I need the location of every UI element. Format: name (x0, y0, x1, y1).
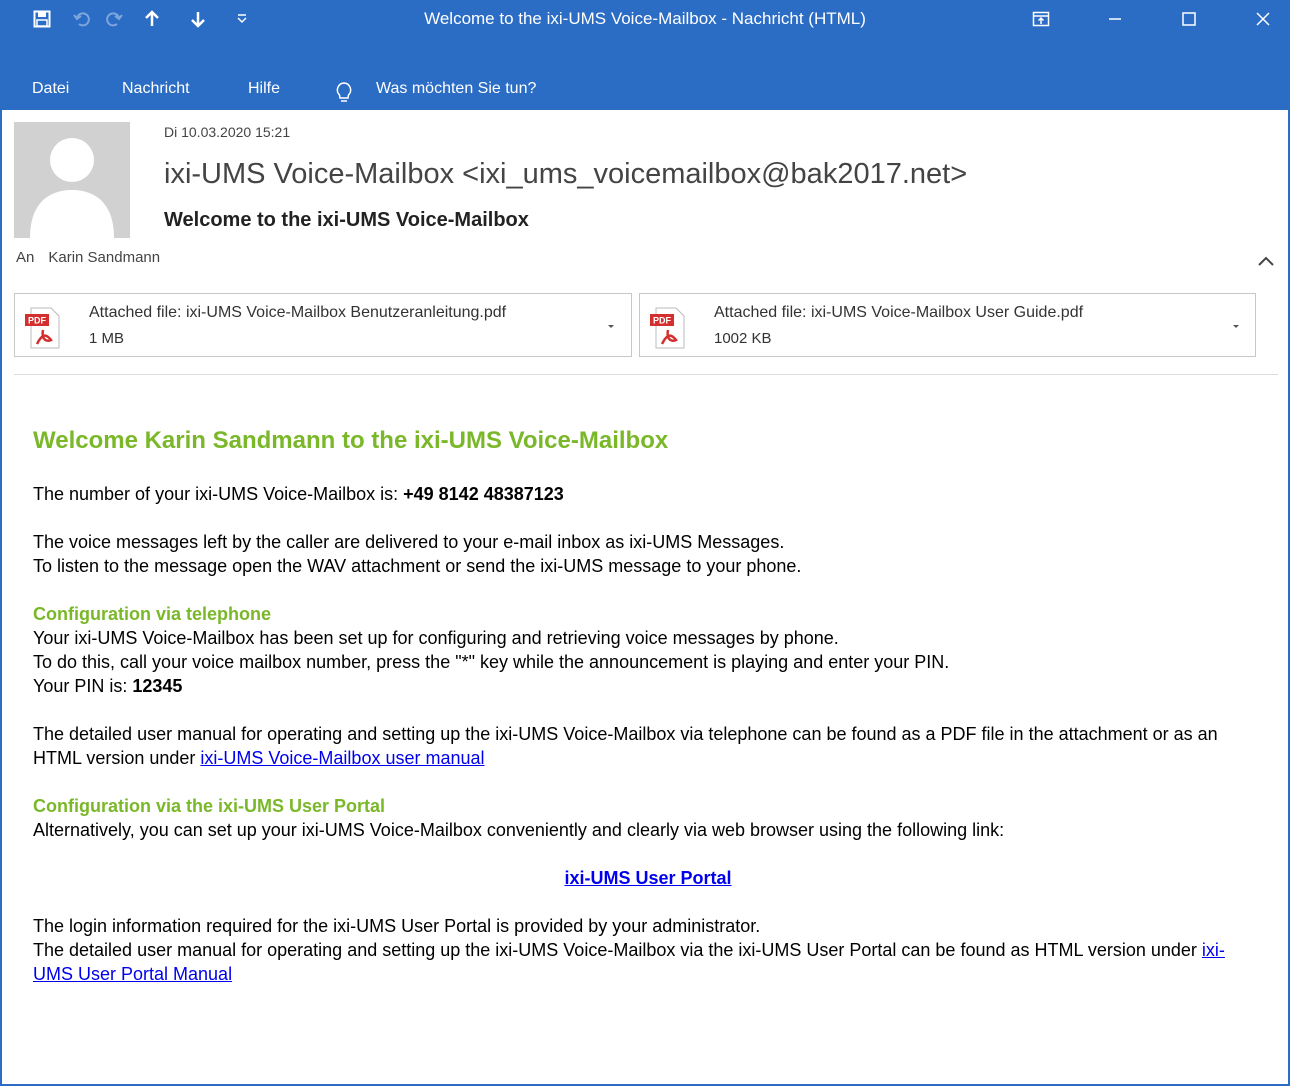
tel-line-1: Your ixi-UMS Voice-Mailbox has been set … (33, 628, 839, 648)
header-divider (14, 374, 1278, 375)
number-label: The number of your ixi-UMS Voice-Mailbox… (33, 484, 404, 504)
menu-file[interactable]: Datei (32, 68, 69, 110)
undo-icon[interactable] (66, 3, 98, 35)
up-arrow-icon[interactable] (136, 3, 168, 35)
svg-text:PDF: PDF (28, 316, 47, 326)
voice-mailbox-manual-link[interactable]: ixi-UMS Voice-Mailbox user manual (200, 748, 484, 768)
menu-help[interactable]: Hilfe (248, 68, 280, 110)
customize-icon[interactable] (226, 3, 258, 35)
portal-link-paragraph: ixi-UMS User Portal (33, 866, 1263, 890)
attachment-name: Attached file: ixi-UMS Voice-Mailbox Use… (714, 304, 1084, 321)
login-line: The login information required for the i… (33, 916, 761, 936)
svg-text:PDF: PDF (653, 316, 672, 326)
pin-value: 12345 (132, 676, 183, 696)
menu-message[interactable]: Nachricht (122, 68, 190, 110)
title-bar: Welcome to the ixi-UMS Voice-Mailbox - N… (0, 0, 1290, 68)
pin-label: Your PIN is: (33, 676, 133, 696)
mailbox-number: +49 8142 48387123 (403, 484, 564, 504)
voice-line-1: The voice messages left by the caller ar… (33, 532, 785, 552)
chevron-up-icon[interactable] (1254, 250, 1278, 274)
pdf-icon: PDF (23, 306, 63, 355)
pdf-icon: PDF (648, 306, 688, 355)
portal-paragraph: Alternatively, you can set up your ixi-U… (33, 820, 1005, 840)
telephone-config-paragraph: Your ixi-UMS Voice-Mailbox has been set … (33, 626, 1263, 698)
attachment-size: 1002 KB (714, 330, 772, 347)
manual-paragraph: The detailed user manual for operating a… (33, 722, 1263, 770)
sender[interactable]: ixi-UMS Voice-Mailbox <ixi_ums_voicemail… (164, 158, 967, 191)
recipient-name[interactable]: Karin Sandmann (48, 249, 160, 266)
telephone-config-heading: Configuration via telephone (33, 604, 272, 624)
voice-messages-paragraph: The voice messages left by the caller ar… (33, 530, 1263, 578)
minimize-icon[interactable] (1088, 0, 1142, 38)
lightbulb-icon (334, 78, 354, 102)
recipient-line: An Karin Sandmann (16, 249, 160, 266)
attachment-1[interactable]: PDF Attached file: ixi-UMS Voice-Mailbox… (14, 293, 632, 357)
attachment-name: Attached file: ixi-UMS Voice-Mailbox Ben… (89, 304, 507, 321)
maximize-icon[interactable] (1162, 0, 1216, 38)
tel-line-2: To do this, call your voice mailbox numb… (33, 652, 950, 672)
tell-me-search[interactable]: Was möchten Sie tun? (376, 68, 536, 110)
portal-manual-text: The detailed user manual for operating a… (33, 940, 1202, 960)
dropdown-arrow-icon[interactable] (1230, 319, 1242, 331)
dropdown-arrow-icon[interactable] (605, 319, 617, 331)
attachment-2[interactable]: PDF Attached file: ixi-UMS Voice-Mailbox… (639, 293, 1256, 357)
message-date: Di 10.03.2020 15:21 (164, 124, 291, 140)
avatar (14, 122, 130, 238)
portal-config-heading: Configuration via the ixi-UMS User Porta… (33, 796, 386, 816)
ribbon-display-icon[interactable] (1014, 0, 1068, 38)
window-controls (1014, 0, 1290, 38)
user-portal-link[interactable]: ixi-UMS User Portal (564, 868, 731, 888)
mailbox-number-line: The number of your ixi-UMS Voice-Mailbox… (33, 482, 1263, 506)
redo-icon[interactable] (98, 3, 130, 35)
attachment-size: 1 MB (89, 330, 125, 347)
close-icon[interactable] (1236, 0, 1290, 38)
login-paragraph: The login information required for the i… (33, 914, 1263, 986)
menu-bar: Datei Nachricht Hilfe Was möchten Sie tu… (0, 68, 1290, 110)
quick-access-toolbar (26, 0, 258, 38)
to-label: An (16, 249, 35, 266)
message-body: Welcome Karin Sandmann to the ixi-UMS Vo… (33, 420, 1263, 1010)
save-icon[interactable] (26, 3, 58, 35)
voice-line-2: To listen to the message open the WAV at… (33, 556, 802, 576)
down-arrow-icon[interactable] (182, 3, 214, 35)
body-heading: Welcome Karin Sandmann to the ixi-UMS Vo… (33, 427, 669, 454)
subject: Welcome to the ixi-UMS Voice-Mailbox (164, 209, 529, 231)
